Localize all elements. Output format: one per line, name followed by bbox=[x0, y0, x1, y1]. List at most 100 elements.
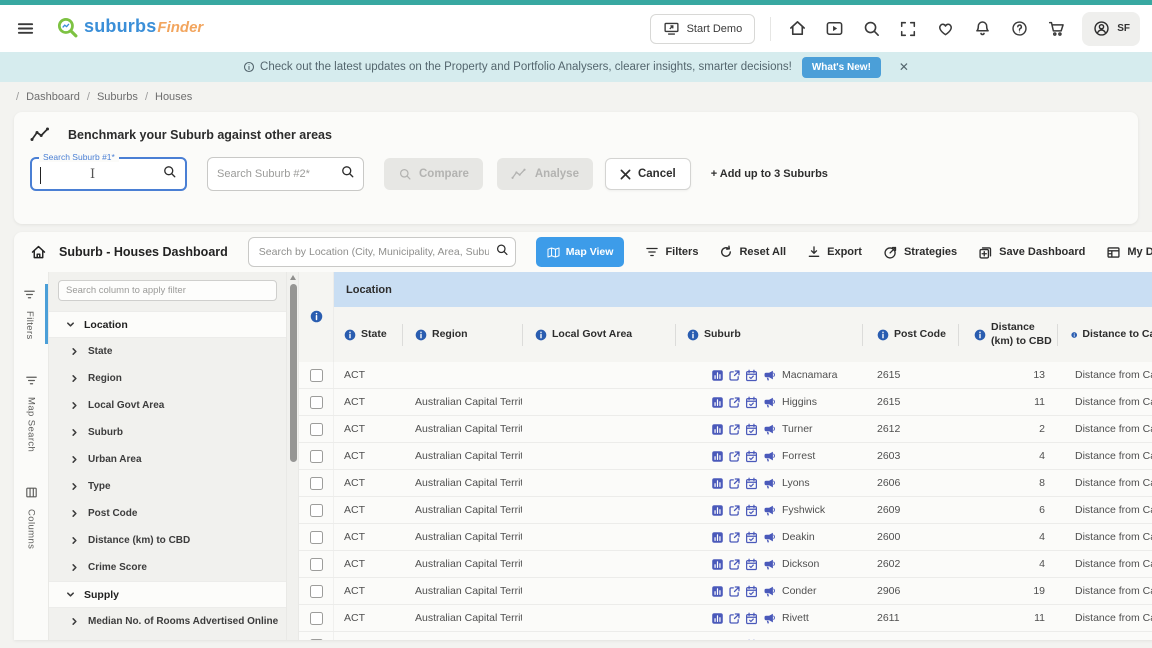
megaphone-icon[interactable] bbox=[762, 423, 776, 436]
account-menu[interactable]: SF bbox=[1082, 12, 1140, 46]
calendar-check-icon[interactable] bbox=[745, 450, 758, 463]
sidebar-tab-columns[interactable]: Columns bbox=[14, 482, 48, 553]
row-checkbox[interactable] bbox=[310, 450, 323, 463]
whats-new-button[interactable]: What's New! bbox=[802, 57, 881, 78]
bar-chart-icon[interactable] bbox=[711, 639, 724, 641]
info-icon[interactable] bbox=[310, 310, 323, 323]
suburb-link[interactable]: Fyshwick bbox=[782, 504, 825, 516]
column-header-state[interactable]: State bbox=[334, 307, 402, 362]
breadcrumb-houses[interactable]: Houses bbox=[155, 91, 192, 103]
bar-chart-icon[interactable] bbox=[711, 450, 724, 463]
search-icon[interactable] bbox=[340, 164, 355, 184]
scroll-up-arrow[interactable] bbox=[290, 275, 296, 280]
external-link-icon[interactable] bbox=[728, 612, 741, 625]
bar-chart-icon[interactable] bbox=[711, 504, 724, 517]
row-checkbox[interactable] bbox=[310, 396, 323, 409]
calendar-check-icon[interactable] bbox=[745, 477, 758, 490]
filter-item-state[interactable]: State bbox=[49, 338, 286, 365]
row-checkbox[interactable] bbox=[310, 423, 323, 436]
scrollbar-thumb[interactable] bbox=[290, 284, 297, 462]
external-link-icon[interactable] bbox=[728, 450, 741, 463]
strategies-button[interactable]: Strategies bbox=[883, 245, 957, 260]
column-header-distance-cbd[interactable]: Distance (km) to CBD bbox=[958, 307, 1057, 362]
suburb-link[interactable]: Lyons bbox=[782, 477, 810, 489]
filter-column-search-input[interactable] bbox=[58, 280, 277, 301]
export-button[interactable]: Export bbox=[807, 245, 862, 259]
suburb-link[interactable]: Deakin bbox=[782, 531, 815, 543]
row-checkbox[interactable] bbox=[310, 612, 323, 625]
help-icon[interactable] bbox=[1008, 18, 1030, 40]
megaphone-icon[interactable] bbox=[762, 450, 776, 463]
megaphone-icon[interactable] bbox=[762, 639, 776, 641]
calendar-check-icon[interactable] bbox=[745, 639, 758, 641]
megaphone-icon[interactable] bbox=[762, 531, 776, 544]
external-link-icon[interactable] bbox=[728, 477, 741, 490]
row-checkbox[interactable] bbox=[310, 477, 323, 490]
column-header-suburb[interactable]: Suburb bbox=[675, 307, 862, 362]
bar-chart-icon[interactable] bbox=[711, 585, 724, 598]
home-icon[interactable] bbox=[30, 244, 47, 261]
external-link-icon[interactable] bbox=[728, 396, 741, 409]
calendar-check-icon[interactable] bbox=[745, 396, 758, 409]
bar-chart-icon[interactable] bbox=[711, 396, 724, 409]
compare-button[interactable]: Compare bbox=[384, 158, 483, 190]
cart-icon[interactable] bbox=[1045, 18, 1067, 40]
filter-item-distance-km-to-cbd[interactable]: Distance (km) to CBD bbox=[49, 527, 286, 554]
calendar-check-icon[interactable] bbox=[745, 612, 758, 625]
column-header-post-code[interactable]: Post Code bbox=[862, 307, 958, 362]
search-icon[interactable] bbox=[495, 243, 509, 262]
home-icon[interactable] bbox=[786, 18, 808, 40]
suburb-link[interactable]: Conder bbox=[782, 585, 816, 597]
external-link-icon[interactable] bbox=[728, 585, 741, 598]
hamburger-menu-icon[interactable] bbox=[14, 18, 36, 40]
megaphone-icon[interactable] bbox=[762, 369, 776, 382]
megaphone-icon[interactable] bbox=[762, 585, 776, 598]
info-icon[interactable] bbox=[1071, 329, 1077, 341]
external-link-icon[interactable] bbox=[728, 423, 741, 436]
filter-item-suburb[interactable]: Suburb bbox=[49, 419, 286, 446]
bell-icon[interactable] bbox=[971, 18, 993, 40]
bar-chart-icon[interactable] bbox=[711, 477, 724, 490]
filter-item-total-for-sale-listings[interactable]: Total For Sale Listings bbox=[49, 635, 286, 640]
filters-button[interactable]: Filters bbox=[645, 245, 698, 259]
info-icon[interactable] bbox=[877, 329, 889, 341]
location-search-input[interactable] bbox=[248, 237, 516, 267]
breadcrumb-dashboard[interactable]: Dashboard bbox=[26, 91, 80, 103]
filter-item-post-code[interactable]: Post Code bbox=[49, 500, 286, 527]
search-icon[interactable] bbox=[860, 18, 882, 40]
megaphone-icon[interactable] bbox=[762, 558, 776, 571]
filter-group-supply[interactable]: Supply bbox=[49, 581, 286, 608]
filter-item-region[interactable]: Region bbox=[49, 365, 286, 392]
column-header-distance-capital[interactable]: Distance to Capita bbox=[1057, 307, 1152, 362]
fullscreen-icon[interactable] bbox=[897, 18, 919, 40]
suburbs-finder-logo[interactable]: suburbs Finder bbox=[56, 16, 203, 41]
filter-item-median-no-of-rooms-advertised-online[interactable]: Median No. of Rooms Advertised Online bbox=[49, 608, 286, 635]
cancel-button[interactable]: Cancel bbox=[605, 158, 691, 190]
info-icon[interactable] bbox=[415, 329, 427, 341]
suburb-link[interactable]: Mitchell bbox=[782, 639, 818, 640]
calendar-check-icon[interactable] bbox=[745, 369, 758, 382]
info-icon[interactable] bbox=[687, 329, 699, 341]
suburb-link[interactable]: Rivett bbox=[782, 612, 809, 624]
filter-group-location[interactable]: Location bbox=[49, 311, 286, 338]
calendar-check-icon[interactable] bbox=[745, 558, 758, 571]
megaphone-icon[interactable] bbox=[762, 477, 776, 490]
sidebar-tab-map-search[interactable]: Map Search bbox=[14, 370, 48, 456]
column-header-local-govt-area[interactable]: Local Govt Area bbox=[522, 307, 675, 362]
panel-scrollbar[interactable] bbox=[286, 272, 298, 640]
row-checkbox[interactable] bbox=[310, 639, 323, 641]
external-link-icon[interactable] bbox=[728, 504, 741, 517]
external-link-icon[interactable] bbox=[728, 369, 741, 382]
sidebar-tab-filters[interactable]: Filters bbox=[14, 284, 48, 344]
bar-chart-icon[interactable] bbox=[711, 423, 724, 436]
calendar-check-icon[interactable] bbox=[745, 504, 758, 517]
search-suburb-2-field[interactable] bbox=[207, 157, 364, 191]
calendar-check-icon[interactable] bbox=[745, 423, 758, 436]
location-search-field[interactable] bbox=[248, 237, 516, 267]
suburb-link[interactable]: Turner bbox=[782, 423, 813, 435]
info-icon[interactable] bbox=[344, 329, 356, 341]
column-header-region[interactable]: Region bbox=[402, 307, 522, 362]
megaphone-icon[interactable] bbox=[762, 612, 776, 625]
bar-chart-icon[interactable] bbox=[711, 531, 724, 544]
filter-item-crime-score[interactable]: Crime Score bbox=[49, 554, 286, 581]
